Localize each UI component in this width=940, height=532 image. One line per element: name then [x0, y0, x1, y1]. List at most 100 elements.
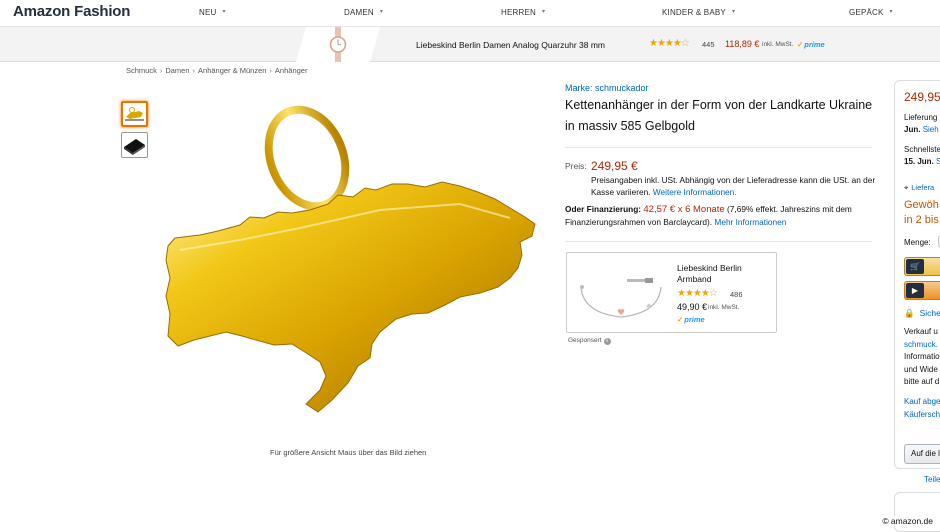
product-price: 249,95 €	[591, 159, 638, 173]
sponsored-label[interactable]: Gesponserti	[568, 337, 611, 345]
image-thumbnail-1[interactable]	[121, 101, 148, 127]
financing-more-link[interactable]: Mehr Informationen	[714, 217, 786, 227]
nav-item-label: HERREN	[501, 8, 536, 17]
caret-down-icon: ▾	[890, 9, 893, 15]
tax-label: inkl. MwSt.	[762, 41, 793, 48]
box-thumbnail-image	[122, 133, 147, 157]
share-link[interactable]: Teile	[924, 475, 940, 484]
fastest-details-link[interactable]: S	[936, 157, 940, 166]
chevron-right-icon: ›	[160, 66, 163, 75]
promo-price: 118,89 €	[725, 39, 759, 49]
tax-label: inkl. MwSt.	[708, 304, 739, 311]
main-product-image[interactable]	[160, 100, 540, 420]
ad-title[interactable]: Liebeskind Berlin Armband	[677, 263, 773, 285]
breadcrumb: Schmuck›Damen›Anhänger & Münzen›Anhänger	[126, 66, 307, 75]
ad-price: 49,90 €	[677, 302, 707, 312]
prime-check-icon: ✓	[677, 315, 683, 324]
copyright-watermark: © amazon.de	[880, 516, 935, 526]
divider	[565, 147, 872, 148]
prime-badge: ✓prime	[797, 40, 825, 49]
secondary-box	[894, 492, 940, 532]
sponsored-text: Gesponsert	[568, 337, 602, 344]
watch-thumbnail[interactable]	[296, 27, 380, 62]
seller-link[interactable]: schmuck.	[904, 340, 938, 349]
review-count[interactable]: 445	[702, 40, 715, 49]
prime-check-icon: ✓	[797, 40, 803, 49]
availability: Gewöh in 2 bis	[904, 198, 939, 228]
bracelet-image	[575, 265, 667, 323]
promo-title[interactable]: Liebeskind Berlin Damen Analog Quarzuhr …	[416, 40, 605, 50]
star-rating-icon[interactable]: ★★★★☆	[649, 38, 689, 49]
brand-link[interactable]: Marke: schmuckador	[565, 83, 649, 93]
quantity-label: Menge:	[904, 238, 931, 247]
chevron-right-icon: ›	[269, 66, 272, 75]
fastest-line1: Schnellste	[904, 145, 940, 154]
nav-item-label: GEPÄCK	[849, 8, 884, 17]
fastest-date: 15. Jun.	[904, 157, 934, 166]
image-zoom-hint: Für größere Ansicht Maus über das Bild z…	[270, 448, 426, 457]
image-thumbnail-2[interactable]	[121, 132, 148, 158]
caret-down-icon: ▾	[542, 9, 545, 15]
prime-label: prime	[804, 40, 824, 49]
sponsored-ad[interactable]: Liebeskind Berlin Armband ★★★★☆ 486 49,9…	[566, 252, 777, 333]
seller-line: und Wide	[904, 365, 938, 374]
prime-badge: ✓prime	[677, 315, 705, 324]
fastest-delivery-info: Schnellste 15. Jun. S	[904, 144, 940, 168]
nav-item-herren[interactable]: HERREN ▾	[501, 8, 545, 17]
financing-info: Oder Finanzierung: 42,57 € x 6 Monate (7…	[565, 203, 877, 229]
availability-line2: in 2 bis	[904, 214, 939, 226]
price-label: Preis:	[565, 161, 587, 171]
seller-line: Informatio	[904, 352, 940, 361]
promo-banner[interactable]: Liebeskind Berlin Damen Analog Quarzuhr …	[0, 27, 940, 62]
faq-link[interactable]: Kauf abge	[904, 397, 940, 406]
info-icon[interactable]: i	[604, 338, 611, 345]
play-icon: ▶	[906, 283, 924, 298]
amazon-fashion-logo[interactable]: Amazon Fashion	[13, 3, 130, 20]
cart-icon: 🛒	[906, 259, 924, 274]
breadcrumb-anhaenger[interactable]: Anhänger	[275, 66, 308, 75]
secure-label: Sicher	[920, 308, 940, 318]
availability-line1: Gewöh	[904, 199, 939, 211]
nav-item-damen[interactable]: DAMEN ▾	[344, 8, 383, 17]
seller-info: Verkauf u schmuck. Informatio und Wide b…	[904, 326, 940, 389]
nav-item-neu[interactable]: NEU ▾	[199, 8, 226, 17]
nav-item-label: DAMEN	[344, 8, 374, 17]
divider	[565, 241, 872, 242]
add-to-list-button[interactable]: Auf die l	[904, 444, 940, 464]
faq-link[interactable]: Käufersch	[904, 410, 940, 419]
seller-line: bitte auf d	[904, 377, 939, 386]
watch-image	[296, 27, 380, 62]
nav-item-gepaeck[interactable]: GEPÄCK ▾	[849, 8, 893, 17]
deliver-to-link[interactable]: ⌖Liefera	[904, 183, 934, 193]
prime-label: prime	[684, 315, 704, 324]
seller-line: Verkauf u	[904, 327, 938, 336]
add-to-cart-button[interactable]: 🛒	[904, 257, 940, 276]
chevron-right-icon: ›	[193, 66, 196, 75]
caret-down-icon: ▾	[732, 9, 735, 15]
pendant-thumbnail-image	[123, 103, 146, 125]
nav-item-label: NEU	[199, 8, 217, 17]
financing-amount: 42,57 € x 6 Monate	[643, 204, 724, 215]
financing-label: Oder Finanzierung:	[565, 204, 641, 214]
top-navigation: Amazon Fashion NEU ▾ DAMEN ▾ HERREN ▾ KINDE…	[0, 0, 940, 27]
delivery-line1: Lieferung	[904, 113, 937, 122]
buyer-protection-links: Kauf abge Käufersch	[904, 396, 940, 421]
review-count[interactable]: 486	[730, 290, 743, 299]
caret-down-icon: ▾	[223, 9, 226, 15]
caret-down-icon: ▾	[380, 9, 383, 15]
buy-now-button[interactable]: ▶	[904, 281, 940, 300]
nav-item-kinder-baby[interactable]: KINDER & BABY▾	[662, 8, 735, 17]
breadcrumb-damen[interactable]: Damen	[165, 66, 189, 75]
tax-note: Preisangaben inkl. USt. Abhängig von der…	[591, 174, 876, 198]
more-info-link[interactable]: Weitere Informationen.	[653, 187, 737, 197]
secure-transaction[interactable]: 🔒 Sicher	[904, 308, 940, 319]
breadcrumb-anhaenger-muenzen[interactable]: Anhänger & Münzen	[198, 66, 266, 75]
location-pin-icon: ⌖	[904, 183, 908, 192]
star-rating-icon[interactable]: ★★★★☆	[677, 288, 717, 299]
delivery-details-link[interactable]: Sieh	[923, 125, 939, 134]
lock-icon: 🔒	[904, 308, 915, 318]
deliver-to-label: Liefera	[911, 183, 934, 192]
breadcrumb-schmuck[interactable]: Schmuck	[126, 66, 157, 75]
ukraine-pendant-image	[160, 100, 540, 420]
product-title: Kettenanhänger in der Form von der Landk…	[565, 95, 875, 137]
